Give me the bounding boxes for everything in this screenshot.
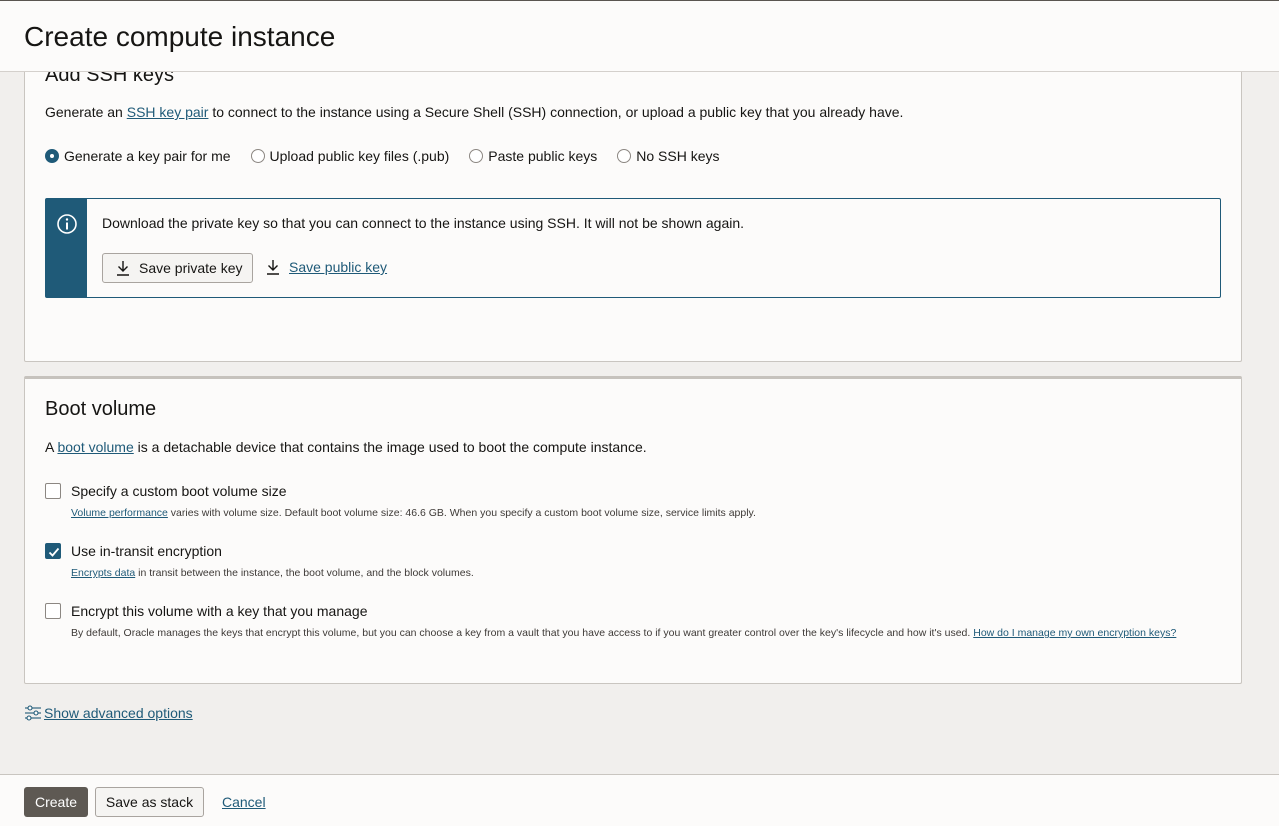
radio-no-ssh-keys[interactable]: No SSH keys bbox=[617, 148, 720, 164]
radio-dot[interactable] bbox=[617, 149, 632, 163]
in-transit-encryption-checkbox[interactable] bbox=[45, 543, 61, 559]
radio-upload-public-key[interactable]: Upload public key files (.pub) bbox=[250, 148, 450, 164]
custom-boot-volume-size-help: Volume performance varies with volume si… bbox=[71, 507, 756, 519]
ssh-key-options: Generate a key pair for me Upload public… bbox=[45, 148, 740, 164]
in-transit-encryption-help: Encrypts data in transit between the ins… bbox=[71, 567, 474, 579]
checkmark-icon bbox=[48, 547, 60, 557]
radio-dot[interactable] bbox=[250, 149, 265, 163]
encrypts-data-link[interactable]: Encrypts data bbox=[71, 567, 135, 579]
in-transit-help-text: in transit between the instance, the boo… bbox=[135, 567, 474, 579]
save-as-stack-button[interactable]: Save as stack bbox=[95, 787, 204, 817]
radio-paste-public-keys[interactable]: Paste public keys bbox=[469, 148, 597, 164]
sliders-icon bbox=[25, 705, 41, 721]
radio-label: Paste public keys bbox=[488, 148, 598, 164]
show-advanced-options-link[interactable]: Show advanced options bbox=[24, 704, 193, 722]
in-transit-encryption-label[interactable]: Use in-transit encryption bbox=[71, 543, 222, 559]
info-message-box: Download the private key so that you can… bbox=[45, 198, 1221, 298]
ssh-keys-heading: Add SSH keys bbox=[45, 72, 174, 86]
ssh-desc-suffix: to connect to the instance using a Secur… bbox=[208, 104, 904, 120]
radio-label: Generate a key pair for me bbox=[64, 148, 231, 164]
show-advanced-options-label[interactable]: Show advanced options bbox=[44, 705, 193, 721]
boot-volume-panel: Boot volume A boot volume is a detachabl… bbox=[24, 376, 1242, 684]
radio-dot-selected[interactable] bbox=[45, 149, 59, 163]
ssh-key-pair-link[interactable]: SSH key pair bbox=[127, 104, 209, 120]
cancel-link[interactable]: Cancel bbox=[222, 794, 266, 810]
custom-boot-volume-size-checkbox[interactable] bbox=[45, 483, 61, 499]
own-key-encryption-label[interactable]: Encrypt this volume with a key that you … bbox=[71, 603, 367, 619]
info-bar bbox=[46, 199, 87, 297]
own-key-help-text: By default, Oracle manages the keys that… bbox=[71, 627, 974, 639]
ssh-keys-panel: Add SSH keys Generate an SSH key pair to… bbox=[24, 72, 1242, 362]
radio-dot[interactable] bbox=[469, 149, 484, 163]
boot-desc-suffix: is a detachable device that contains the… bbox=[133, 439, 647, 455]
download-icon bbox=[267, 260, 279, 275]
footer-actions: Create Save as stack Cancel bbox=[0, 774, 1279, 826]
manage-encryption-keys-link[interactable]: How do I manage my own encryption keys? bbox=[973, 627, 1176, 639]
custom-boot-volume-size-label[interactable]: Specify a custom boot volume size bbox=[71, 483, 287, 499]
own-key-encryption-checkbox[interactable] bbox=[45, 603, 61, 619]
boot-volume-link[interactable]: boot volume bbox=[57, 439, 133, 455]
radio-generate-key-pair[interactable]: Generate a key pair for me bbox=[45, 148, 231, 164]
create-button[interactable]: Create bbox=[24, 787, 88, 817]
info-message-text: Download the private key so that you can… bbox=[102, 215, 745, 231]
radio-label: Upload public key files (.pub) bbox=[269, 148, 450, 164]
boot-volume-description: A boot volume is a detachable device tha… bbox=[45, 439, 647, 455]
radio-label: No SSH keys bbox=[636, 148, 720, 164]
volume-performance-link[interactable]: Volume performance bbox=[71, 507, 168, 519]
info-icon bbox=[57, 214, 77, 234]
download-icon bbox=[117, 261, 129, 276]
main-content[interactable]: Add SSH keys Generate an SSH key pair to… bbox=[0, 72, 1279, 774]
save-private-key-button[interactable]: Save private key bbox=[102, 253, 253, 283]
save-private-key-label: Save private key bbox=[139, 260, 243, 276]
page-title: Create compute instance bbox=[24, 21, 336, 52]
boot-volume-heading: Boot volume bbox=[45, 398, 157, 420]
save-public-key-label[interactable]: Save public key bbox=[289, 259, 387, 275]
page-header: Create compute instance bbox=[0, 0, 1279, 72]
ssh-desc-prefix: Generate an bbox=[45, 104, 127, 120]
ssh-keys-description: Generate an SSH key pair to connect to t… bbox=[45, 104, 903, 120]
custom-size-help-text: varies with volume size. Default boot vo… bbox=[167, 507, 756, 519]
own-key-encryption-help: By default, Oracle manages the keys that… bbox=[71, 627, 1176, 639]
boot-desc-prefix: A bbox=[45, 439, 58, 455]
save-public-key-link[interactable]: Save public key bbox=[265, 259, 387, 275]
